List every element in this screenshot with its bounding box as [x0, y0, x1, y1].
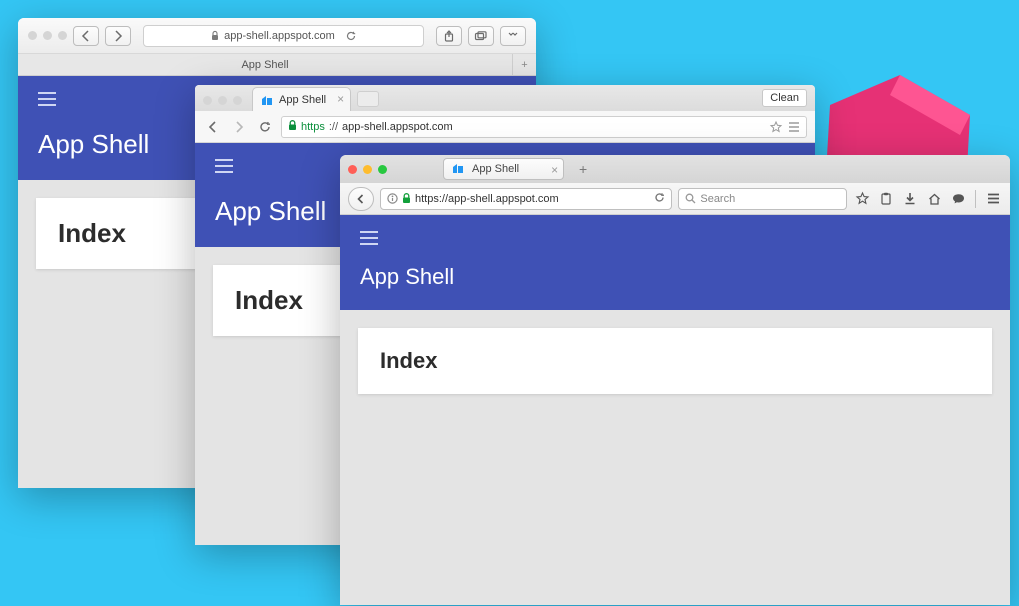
back-button[interactable]: [73, 26, 99, 46]
clean-button[interactable]: Clean: [762, 89, 807, 107]
forward-button[interactable]: [105, 26, 131, 46]
back-button[interactable]: [348, 187, 374, 211]
hamburger-icon[interactable]: [360, 231, 380, 245]
info-icon[interactable]: [387, 193, 398, 204]
tab-app-shell[interactable]: App Shell ×: [252, 87, 351, 111]
back-button[interactable]: [203, 117, 223, 137]
url-host: app-shell.appspot.com: [342, 121, 453, 133]
search-placeholder: Search: [700, 193, 735, 205]
separator: [975, 190, 976, 208]
lock-icon: [402, 193, 411, 204]
menu-icon[interactable]: [984, 190, 1002, 208]
star-icon[interactable]: [770, 121, 782, 133]
tab-label: App Shell: [470, 163, 543, 175]
tab-app-shell[interactable]: App Shell ×: [443, 158, 564, 180]
tabs-button[interactable]: [468, 26, 494, 46]
chrome-tabbar: App Shell × Clean: [195, 85, 815, 111]
app-header: App Shell: [340, 215, 1010, 310]
close-tab-icon[interactable]: ×: [337, 93, 344, 105]
close-tab-icon[interactable]: ×: [551, 163, 558, 177]
lock-icon: [288, 120, 297, 134]
traffic-lights[interactable]: [203, 96, 242, 105]
url-text: https://app-shell.appspot.com: [415, 193, 559, 205]
search-bar[interactable]: Search: [678, 188, 847, 210]
traffic-lights[interactable]: [28, 31, 67, 40]
menu-icon[interactable]: [788, 121, 800, 133]
app-title: App Shell: [360, 264, 990, 290]
bookmark-star-icon[interactable]: [853, 190, 871, 208]
firefox-tabbar: App Shell × +: [340, 155, 1010, 183]
firefox-toolbar: https://app-shell.appspot.com Search: [340, 183, 1010, 215]
reload-button[interactable]: [255, 117, 275, 137]
hamburger-icon[interactable]: [38, 92, 58, 106]
new-tab-button[interactable]: +: [512, 54, 536, 76]
address-bar[interactable]: https://app-shell.appspot.com: [380, 188, 672, 210]
traffic-lights[interactable]: [348, 165, 387, 174]
safari-tabstrip: App Shell +: [18, 54, 536, 76]
address-bar[interactable]: app-shell.appspot.com: [143, 25, 424, 47]
firefox-window: App Shell × + https://app-shell.appspot.…: [340, 155, 1010, 605]
lock-icon: [211, 31, 219, 41]
content-card: Index: [358, 328, 992, 394]
page-favicon-icon: [452, 162, 464, 177]
hamburger-icon[interactable]: [215, 159, 235, 173]
search-icon: [685, 193, 696, 204]
share-button[interactable]: [436, 26, 462, 46]
url-scheme: https: [301, 121, 325, 133]
safari-titlebar: app-shell.appspot.com: [18, 18, 536, 54]
home-icon[interactable]: [925, 190, 943, 208]
card-heading: Index: [380, 348, 970, 374]
page-favicon-icon: [261, 94, 273, 106]
tab-app-shell[interactable]: App Shell: [18, 54, 512, 76]
url-sep: ://: [329, 121, 338, 133]
reload-button[interactable]: [654, 192, 665, 206]
forward-button[interactable]: [229, 117, 249, 137]
chrome-toolbar: https :// app-shell.appspot.com: [195, 111, 815, 143]
clipboard-icon[interactable]: [877, 190, 895, 208]
download-icon[interactable]: [901, 190, 919, 208]
address-bar[interactable]: https :// app-shell.appspot.com: [281, 116, 807, 138]
new-tab-button[interactable]: +: [572, 159, 594, 179]
new-tab-button[interactable]: [357, 91, 379, 107]
address-text: app-shell.appspot.com: [224, 30, 335, 42]
chat-icon[interactable]: [949, 190, 967, 208]
reload-icon[interactable]: [346, 31, 356, 41]
tab-label: App Shell: [279, 94, 326, 106]
overflow-button[interactable]: [500, 26, 526, 46]
